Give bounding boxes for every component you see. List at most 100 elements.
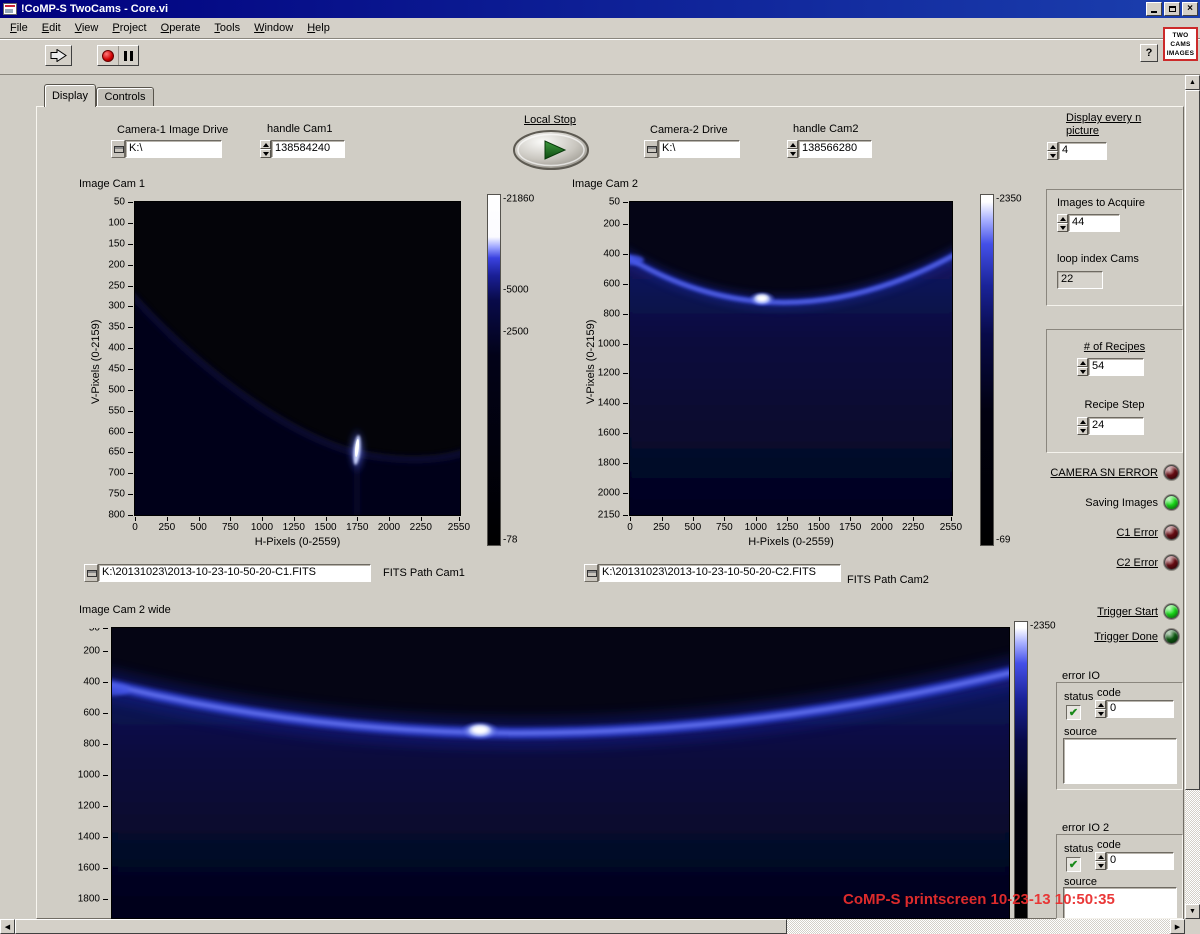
- trigger-done-led: [1164, 629, 1179, 644]
- pause-icon: [123, 50, 133, 61]
- menu-window[interactable]: Window: [247, 19, 300, 37]
- image-cam2-wide-yaxis: 50 200 400 600 800 1000 1200 1400 1600 1800: [74, 628, 108, 919]
- abort-button[interactable]: [98, 46, 119, 65]
- handle-cam2-label: handle Cam2: [793, 123, 859, 135]
- error-io2-code-value[interactable]: 0: [1106, 852, 1174, 870]
- image-cam2-wide-plot: [111, 627, 1010, 919]
- c1-error-row: C1 Error: [1007, 524, 1179, 541]
- recipe-step-value[interactable]: 24: [1088, 417, 1144, 435]
- error-io-source-box[interactable]: [1063, 738, 1177, 784]
- scroll-up-button[interactable]: ▲: [1185, 75, 1200, 90]
- spinner[interactable]: [787, 140, 798, 158]
- fits-path-cam1-label: FITS Path Cam1: [383, 567, 465, 579]
- trigger-done-label: Trigger Done: [1094, 630, 1158, 643]
- c2-error-label: C2 Error: [1116, 556, 1158, 569]
- path-icon: [584, 564, 598, 582]
- error-io-code-control[interactable]: 0: [1095, 700, 1174, 718]
- scroll-right-button[interactable]: ▶: [1170, 919, 1185, 934]
- menu-help[interactable]: Help: [300, 19, 337, 37]
- image-cam1-plot: [134, 201, 461, 516]
- spinner[interactable]: [1077, 358, 1088, 376]
- scrollbar-corner: [1185, 919, 1200, 934]
- loop-index-indicator: 22: [1057, 271, 1103, 289]
- up-arrow-icon: ▲: [1189, 79, 1196, 86]
- path-icon[interactable]: [644, 140, 658, 158]
- menu-operate[interactable]: Operate: [154, 19, 208, 37]
- printscreen-watermark: CoMP-S printscreen 10-23-13 10:50:35: [843, 891, 1115, 908]
- recipes-value[interactable]: 54: [1088, 358, 1144, 376]
- camera-sn-error-row: CAMERA SN ERROR: [1007, 464, 1179, 481]
- c2-error-row: C2 Error: [1007, 554, 1179, 571]
- close-button[interactable]: ×: [1182, 2, 1198, 16]
- maximize-button[interactable]: [1164, 2, 1180, 16]
- saving-images-label: Saving Images: [1085, 496, 1158, 509]
- image-cam2-plot: [629, 201, 953, 516]
- error-io-status-check[interactable]: ✔: [1066, 705, 1081, 720]
- vi-icon: TWO CAMS IMAGES: [1163, 27, 1198, 61]
- display-every-control[interactable]: 4: [1047, 142, 1107, 160]
- stop-pause-group: [97, 45, 139, 66]
- handle-cam2-control[interactable]: 138566280: [787, 140, 872, 158]
- handle-cam1-control[interactable]: 138584240: [260, 140, 345, 158]
- c1-error-label: C1 Error: [1116, 526, 1158, 539]
- menu-project[interactable]: Project: [105, 19, 153, 37]
- window-title: !CoMP-S TwoCams - Core.vi: [21, 3, 169, 15]
- error-io-code-label: code: [1097, 687, 1121, 699]
- handle-cam1-label: handle Cam1: [267, 123, 333, 135]
- error-io2-status-check[interactable]: ✔: [1066, 857, 1081, 872]
- scroll-down-button[interactable]: ▼: [1185, 904, 1200, 919]
- error-io2-code-control[interactable]: 0: [1095, 852, 1174, 870]
- images-to-acquire-value[interactable]: 44: [1068, 214, 1120, 232]
- fits-path-cam2: K:\20131023\2013-10-23-10-50-20-C2.FITS: [584, 564, 841, 582]
- image-cam2-color-scale: [980, 194, 994, 546]
- error-io-label: error IO: [1062, 670, 1100, 682]
- image-cam1-yaxis: 50 100 150 200 250 300 350 400 450 500 550 600 650 70…: [103, 197, 133, 521]
- recipes-control[interactable]: 54: [1077, 358, 1144, 376]
- vertical-scrollbar-thumb[interactable]: [1185, 90, 1200, 790]
- display-every-value[interactable]: 4: [1058, 142, 1107, 160]
- left-arrow-icon: ◀: [4, 923, 11, 931]
- path-icon[interactable]: [111, 140, 125, 158]
- images-to-acquire-label: Images to Acquire: [1057, 197, 1146, 209]
- handle-cam2-value[interactable]: 138566280: [798, 140, 872, 158]
- menu-view[interactable]: View: [68, 19, 106, 37]
- handle-cam1-value[interactable]: 138584240: [271, 140, 345, 158]
- spinner[interactable]: [260, 140, 271, 158]
- menu-edit[interactable]: Edit: [35, 19, 68, 37]
- camera-sn-error-led: [1164, 465, 1179, 480]
- trigger-start-row: Trigger Start: [1007, 603, 1179, 620]
- path-icon: [84, 564, 98, 582]
- camera-sn-error-label: CAMERA SN ERROR: [1050, 466, 1158, 479]
- spinner[interactable]: [1047, 142, 1058, 160]
- camera1-drive-path[interactable]: K:\: [111, 140, 222, 158]
- tab-display[interactable]: Display: [44, 84, 96, 107]
- images-to-acquire-control[interactable]: 44: [1057, 214, 1120, 232]
- stop-icon: [101, 49, 114, 62]
- image-cam1-xaxis: 0 250 500 750 1000 1250 1500 1750 2000 2250 2550: [132, 517, 470, 535]
- display-every-label: Display every n picture: [1066, 112, 1142, 137]
- camera2-drive-value[interactable]: K:\: [658, 140, 740, 158]
- image-cam2-xlabel: H-Pixels (0-2559): [748, 536, 834, 548]
- error-io-status-label: status: [1064, 691, 1094, 703]
- camera2-drive-label: Camera-2 Drive: [650, 124, 728, 136]
- spinner[interactable]: [1077, 417, 1088, 435]
- tab-controls[interactable]: Controls: [96, 87, 154, 106]
- error-io2-code-label: code: [1097, 839, 1121, 851]
- loop-index-value: 22: [1057, 271, 1103, 289]
- horizontal-scrollbar-thumb[interactable]: [15, 919, 787, 934]
- recipe-step-control[interactable]: 24: [1077, 417, 1144, 435]
- camera2-drive-path[interactable]: K:\: [644, 140, 740, 158]
- run-button[interactable]: [45, 45, 72, 66]
- spinner[interactable]: [1095, 700, 1106, 718]
- menu-file[interactable]: File: [3, 19, 35, 37]
- local-stop-button[interactable]: [512, 129, 590, 171]
- menu-tools[interactable]: Tools: [207, 19, 247, 37]
- error-io-code-value[interactable]: 0: [1106, 700, 1174, 718]
- spinner[interactable]: [1057, 214, 1068, 232]
- camera1-drive-value[interactable]: K:\: [125, 140, 222, 158]
- scroll-left-button[interactable]: ◀: [0, 919, 15, 934]
- pause-button[interactable]: [118, 46, 138, 65]
- spinner[interactable]: [1095, 852, 1106, 870]
- minimize-button[interactable]: [1146, 2, 1162, 16]
- help-button[interactable]: ?: [1140, 44, 1158, 62]
